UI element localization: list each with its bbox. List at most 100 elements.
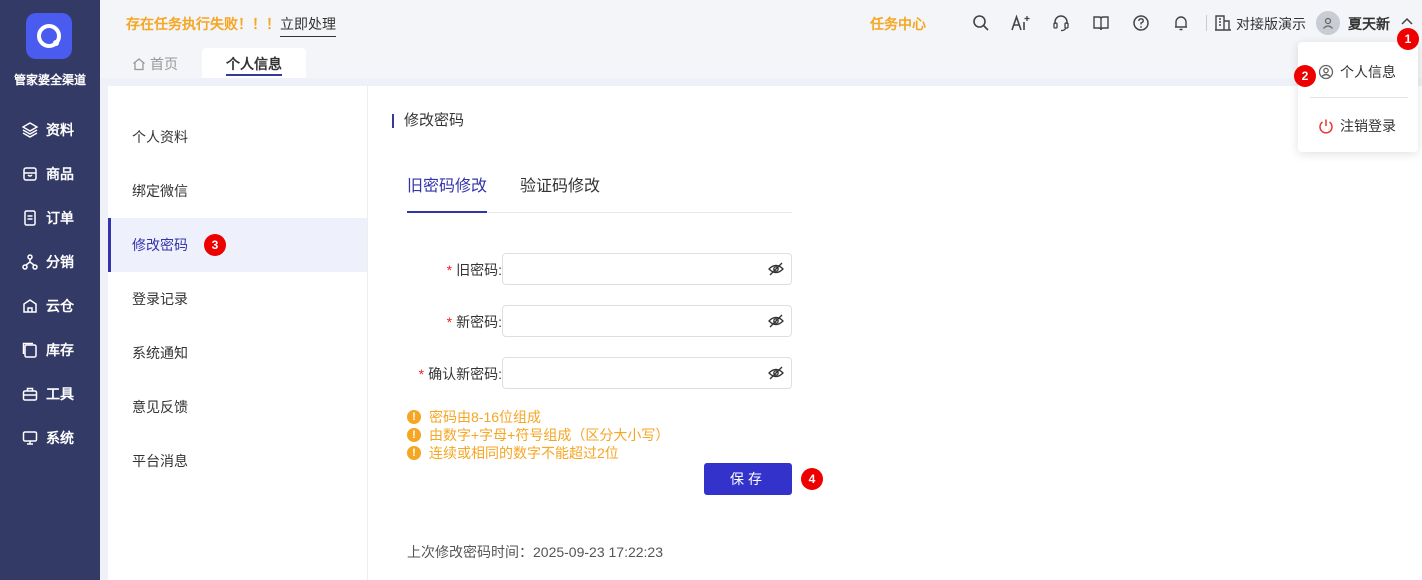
brand-name: 管家婆全渠道 (13, 73, 86, 87)
nav-label: 云仓 (46, 298, 74, 314)
user-icon (1323, 17, 1333, 29)
new-password-row: * 新密码: (368, 305, 798, 337)
nav-item-system[interactable]: 系统 (0, 416, 100, 460)
eye-hidden-icon[interactable] (768, 314, 784, 328)
logo-q-icon (37, 24, 61, 48)
cloud-warehouse-icon (23, 299, 37, 313)
step-badge-4: 4 (801, 468, 823, 490)
old-password-row: * 旧密码: (368, 253, 798, 285)
confirm-password-input[interactable] (502, 357, 792, 389)
new-password-input[interactable] (502, 305, 792, 337)
nav-item-distribution[interactable]: 分销 (0, 240, 100, 284)
subnav-item-login-records[interactable]: 登录记录 (108, 272, 367, 326)
settings-subnav: 个人资料 绑定微信 修改密码 3 登录记录 系统通知 意见反馈 平台消息 (108, 86, 368, 580)
step-badge-2: 2 (1294, 65, 1316, 87)
menu-item-personal-info[interactable]: 个人信息 (1318, 62, 1396, 82)
handle-now-link[interactable]: 立即处理 (280, 14, 336, 37)
tab-personal-info[interactable]: 个人信息 (202, 48, 306, 78)
password-rule: ! 由数字+字母+符号组成（区分大小写） (407, 426, 669, 444)
monitor-icon (22, 431, 38, 445)
search-icon[interactable] (972, 14, 990, 32)
change-password-panel: 修改密码 旧密码修改 验证码修改 * 旧密码: * 新密码: * 确认新密码: ! 密码… (368, 86, 1422, 580)
power-icon (1319, 119, 1333, 134)
nav-label: 资料 (46, 122, 74, 138)
warning-icon: ! (407, 428, 421, 442)
nav-item-products[interactable]: 商品 (0, 152, 100, 196)
warning-icon: ! (407, 446, 421, 460)
password-rules: ! 密码由8-16位组成 ! 由数字+字母+符号组成（区分大小写） ! 连续或相同的数… (407, 408, 669, 462)
warning-icon: ! (407, 410, 421, 424)
nav-item-orders[interactable]: 订单 (0, 196, 100, 240)
user-circle-icon (1318, 64, 1334, 80)
network-icon (22, 254, 38, 270)
document-icon (24, 210, 36, 226)
old-password-label: * 旧密码: (446, 262, 502, 278)
left-sidebar: 管家婆全渠道 资料 商品 订单 分销 云仓 库存 工具 系统 (0, 0, 100, 580)
customer-service-icon[interactable] (1052, 14, 1070, 32)
nav-label: 商品 (46, 166, 74, 182)
subnav-item-change-password[interactable]: 修改密码 3 (108, 218, 367, 272)
bell-icon[interactable] (1172, 14, 1190, 32)
subnav-label: 绑定微信 (132, 183, 188, 199)
nav-item-tools[interactable]: 工具 (0, 372, 100, 416)
new-password-label: * 新密码: (446, 314, 502, 330)
confirm-password-label: * 确认新密码: (418, 366, 502, 382)
subnav-item-profile[interactable]: 个人资料 (108, 110, 367, 164)
tab-home-label: 首页 (150, 56, 178, 72)
tab-active-indicator (226, 74, 282, 76)
ai-icon[interactable] (1010, 14, 1032, 32)
nav-item-data[interactable]: 资料 (0, 108, 100, 152)
password-rule: ! 连续或相同的数字不能超过2位 (407, 444, 669, 462)
nav-label: 分销 (46, 254, 74, 270)
menu-item-logout[interactable]: 注销登录 (1318, 116, 1396, 136)
menu-label: 注销登录 (1340, 118, 1396, 134)
nav-label: 系统 (46, 430, 74, 446)
subnav-item-system-notice[interactable]: 系统通知 (108, 326, 367, 380)
top-header: 存在任务执行失败！！！ 立即处理 任务中心 对接版演示 夏天新 (100, 0, 1422, 46)
tab-old-password[interactable]: 旧密码修改 (407, 172, 487, 213)
step-badge-1: 1 (1397, 28, 1419, 50)
help-icon[interactable] (1132, 14, 1150, 32)
eye-hidden-icon[interactable] (768, 366, 784, 380)
user-dropdown-menu: 个人信息 注销登录 (1298, 42, 1418, 152)
page-tabs: 首页 个人信息 (100, 46, 1422, 78)
company-name[interactable]: 对接版演示 (1236, 14, 1306, 34)
toolbox-icon (22, 387, 38, 401)
nav-label: 工具 (46, 386, 74, 402)
subnav-label: 系统通知 (132, 345, 188, 361)
subnav-item-feedback[interactable]: 意见反馈 (108, 380, 367, 434)
avatar[interactable] (1316, 11, 1340, 35)
tab-verification-code[interactable]: 验证码修改 (520, 172, 600, 213)
chevron-up-icon[interactable] (1400, 15, 1414, 29)
old-password-input[interactable] (502, 253, 792, 285)
nav-label: 订单 (46, 210, 74, 226)
task-failure-alert: 存在任务执行失败！！！ (126, 16, 280, 32)
tab-personal-info-label: 个人信息 (226, 56, 282, 72)
tab-home[interactable]: 首页 (132, 54, 178, 74)
eye-hidden-icon[interactable] (768, 262, 784, 276)
subnav-item-bind-wechat[interactable]: 绑定微信 (108, 164, 367, 218)
menu-divider (1310, 97, 1408, 98)
nav-item-cloud-warehouse[interactable]: 云仓 (0, 284, 100, 328)
inventory-icon (22, 342, 37, 358)
app-logo[interactable] (26, 13, 72, 59)
header-divider (1206, 15, 1207, 31)
task-center-link[interactable]: 任务中心 (870, 14, 926, 34)
username[interactable]: 夏天新 (1348, 14, 1390, 34)
password-rule: ! 密码由8-16位组成 (407, 408, 669, 426)
step-badge-3: 3 (204, 234, 226, 256)
main-nav: 资料 商品 订单 分销 云仓 库存 工具 系统 (0, 108, 100, 460)
menu-label: 个人信息 (1340, 64, 1396, 80)
nav-label: 库存 (46, 342, 74, 358)
layers-icon (22, 122, 38, 138)
subnav-item-platform-messages[interactable]: 平台消息 (108, 434, 367, 488)
section-title: 修改密码 (392, 113, 464, 128)
save-button[interactable]: 保存 (704, 463, 792, 495)
subnav-label: 登录记录 (132, 291, 188, 307)
subnav-label: 修改密码 (132, 237, 188, 253)
content-panel: 个人资料 绑定微信 修改密码 3 登录记录 系统通知 意见反馈 平台消息 修改密… (108, 86, 1422, 580)
building-icon (1214, 14, 1232, 32)
last-password-change-time: 上次修改密码时间：2025-09-23 17:22:23 (407, 544, 663, 560)
nav-item-inventory[interactable]: 库存 (0, 328, 100, 372)
book-icon[interactable] (1092, 14, 1110, 32)
